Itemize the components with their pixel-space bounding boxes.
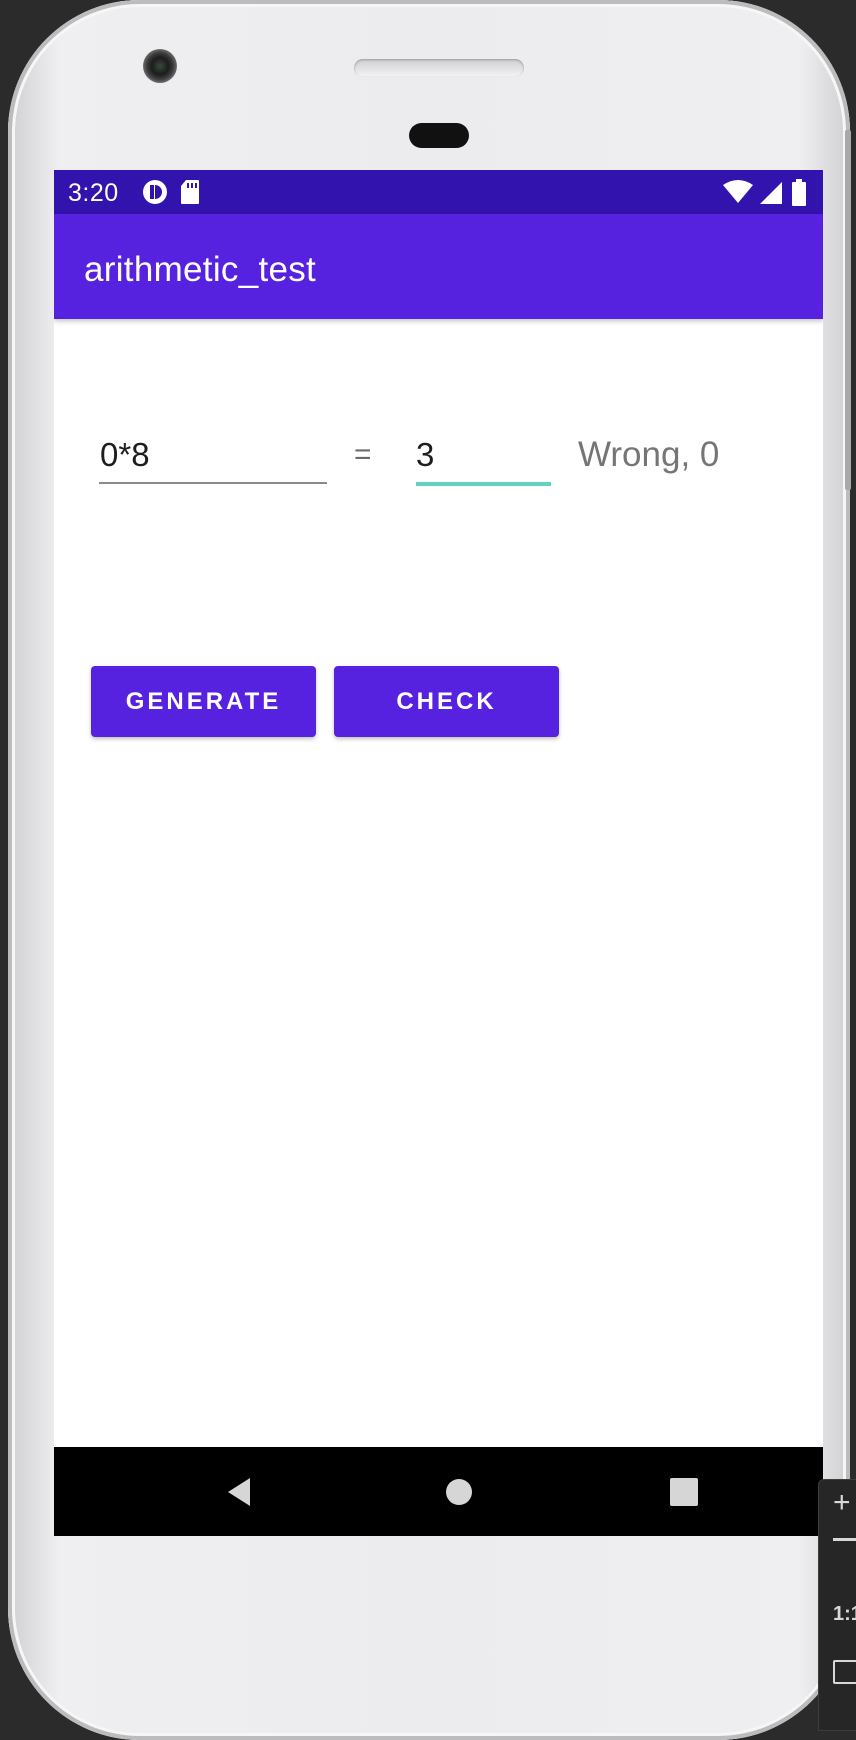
earpiece-speaker <box>354 59 524 77</box>
fit-screen-icon[interactable] <box>833 1660 856 1684</box>
wifi-icon <box>723 180 753 209</box>
back-icon[interactable] <box>214 1467 264 1517</box>
generate-button[interactable]: GENERATE <box>91 666 316 737</box>
navigation-bar <box>54 1447 823 1536</box>
app-title: arithmetic_test <box>84 250 317 289</box>
data-saver-icon <box>142 179 168 210</box>
result-text: Wrong, 0 <box>578 435 720 474</box>
device-screen: 3:20 arithmetic_test 0*8 = 3 Wrong, 0 GE… <box>54 170 823 1536</box>
equals-sign: = <box>354 438 372 471</box>
status-time: 3:20 <box>68 179 119 207</box>
front-camera <box>143 49 177 83</box>
zoom-in-button[interactable]: + <box>833 1486 851 1520</box>
phone-side-button <box>845 130 851 490</box>
expression-text: 0*8 <box>100 436 150 473</box>
answer-text: 3 <box>416 436 435 473</box>
recent-apps-icon[interactable] <box>659 1467 709 1517</box>
app-bar: arithmetic_test <box>54 214 823 319</box>
cell-signal-icon <box>759 181 783 210</box>
status-bar: 3:20 <box>54 170 823 214</box>
phone-frame: 3:20 arithmetic_test 0*8 = 3 Wrong, 0 GE… <box>8 0 850 1740</box>
emulator-zoom-panel: + 1:1 <box>818 1479 856 1731</box>
zoom-out-icon[interactable] <box>833 1538 856 1541</box>
sd-card-icon <box>180 179 200 210</box>
actual-size-button[interactable]: 1:1 <box>833 1603 856 1626</box>
home-icon[interactable] <box>434 1467 484 1517</box>
battery-icon <box>791 179 807 212</box>
expression-field[interactable]: 0*8 <box>99 428 327 484</box>
proximity-sensor <box>409 123 469 148</box>
check-button[interactable]: CHECK <box>334 666 559 737</box>
answer-input[interactable]: 3 <box>416 428 551 486</box>
